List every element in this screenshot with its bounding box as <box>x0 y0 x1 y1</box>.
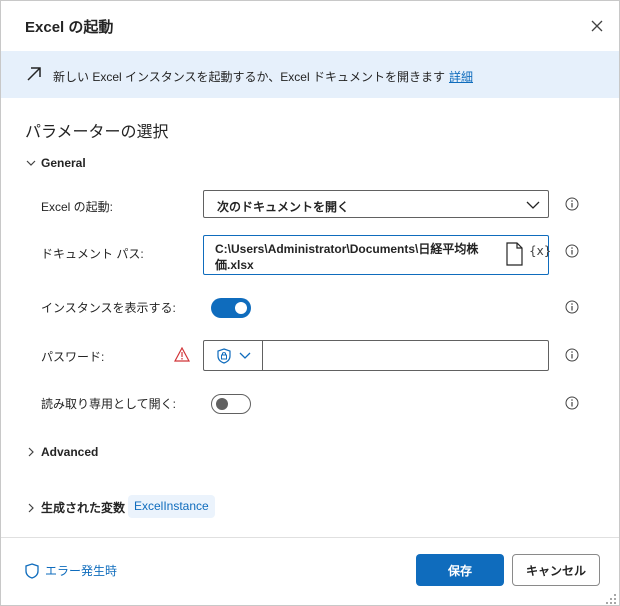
show-instance-label: インスタンスを表示する: <box>41 301 176 315</box>
on-error-link[interactable]: エラー発生時 <box>25 562 117 579</box>
section-title: パラメーターの選択 <box>25 124 169 141</box>
cancel-button[interactable]: キャンセル <box>512 554 600 586</box>
banner-text: 新しい Excel インスタンスを起動するか、Excel ドキュメントを開きます… <box>53 68 473 85</box>
on-error-label: エラー発生時 <box>45 564 118 578</box>
info-banner: 新しい Excel インスタンスを起動するか、Excel ドキュメントを開きます… <box>1 51 619 98</box>
password-label: パスワード: <box>41 350 105 364</box>
password-input[interactable] <box>264 341 548 370</box>
variables-group-label: 生成された変数 <box>41 501 126 515</box>
learn-more-link[interactable]: 詳細 <box>449 70 473 84</box>
info-icon[interactable] <box>565 300 579 314</box>
document-path-label: ドキュメント パス: <box>41 247 144 261</box>
banner-message: 新しい Excel インスタンスを起動するか、Excel ドキュメントを開きます <box>53 70 445 84</box>
launch-excel-select[interactable]: 次のドキュメントを開く <box>203 190 549 218</box>
variables-group-toggle[interactable]: 生成された変数 <box>25 499 125 516</box>
save-button[interactable]: 保存 <box>416 554 504 586</box>
show-instance-toggle[interactable] <box>211 298 251 318</box>
general-group-toggle[interactable]: General <box>25 156 86 170</box>
info-icon[interactable] <box>565 396 579 410</box>
read-only-label: 読み取り専用として開く: <box>41 397 176 411</box>
chevron-down-icon <box>26 160 36 166</box>
warning-icon <box>174 347 190 362</box>
launch-excel-select-value: 次のドキュメントを開く <box>217 200 350 214</box>
arrow-up-right-icon <box>27 67 41 81</box>
info-icon[interactable] <box>565 197 579 211</box>
shield-icon <box>217 348 231 364</box>
close-icon <box>591 20 603 32</box>
advanced-group-toggle[interactable]: Advanced <box>25 445 98 459</box>
shield-icon <box>25 562 39 579</box>
document-path-input[interactable]: C:\Users\Administrator\Documents\日経平均株価.… <box>203 235 551 275</box>
chevron-down-icon <box>239 352 251 359</box>
footer-divider <box>1 537 619 538</box>
toggle-knob <box>235 302 247 314</box>
advanced-group-label: Advanced <box>41 445 99 459</box>
chevron-right-icon <box>28 503 34 512</box>
launch-excel-label: Excel の起動: <box>41 200 114 214</box>
variable-chip[interactable]: ExcelInstance <box>128 495 215 518</box>
info-icon[interactable] <box>565 244 579 258</box>
title-bar: Excel の起動 <box>1 1 619 51</box>
read-only-toggle[interactable] <box>211 394 251 414</box>
file-icon[interactable] <box>503 241 525 267</box>
resize-grip-icon[interactable] <box>605 593 617 605</box>
document-path-value: C:\Users\Administrator\Documents\日経平均株価.… <box>215 242 479 272</box>
launch-excel-dialog: Excel の起動 新しい Excel インスタンスを起動するか、Excel ド… <box>0 0 620 606</box>
close-button[interactable] <box>587 16 607 36</box>
toggle-knob <box>216 398 228 410</box>
info-icon[interactable] <box>565 348 579 362</box>
dialog-title: Excel の起動 <box>25 19 114 36</box>
password-mode-dropdown[interactable] <box>204 341 263 370</box>
general-group-label: General <box>41 156 86 170</box>
variable-icon[interactable]: {x} <box>529 244 551 258</box>
password-field <box>203 340 549 371</box>
chevron-right-icon <box>28 447 34 457</box>
chevron-down-icon <box>526 201 540 209</box>
